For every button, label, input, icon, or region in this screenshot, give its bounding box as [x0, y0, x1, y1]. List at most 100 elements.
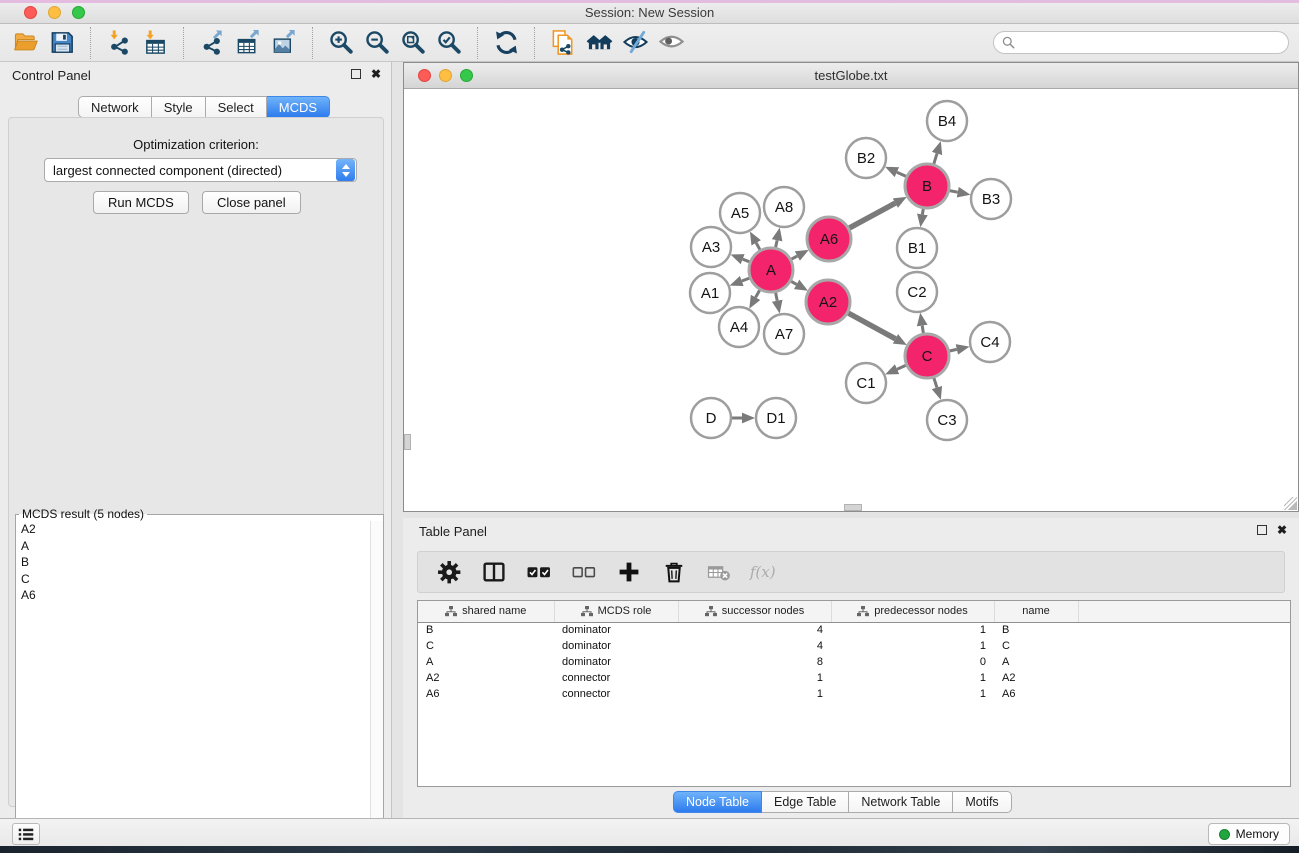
tab-network-table[interactable]: Network Table: [849, 791, 953, 813]
edge-A6-B[interactable]: [849, 203, 895, 228]
table-cell[interactable]: 1: [831, 670, 994, 686]
column-header-name[interactable]: name: [994, 601, 1078, 622]
edge-C-C1[interactable]: [897, 365, 906, 369]
import-network-button[interactable]: [101, 26, 137, 60]
vertical-scroll-thumb[interactable]: [404, 434, 411, 450]
edge-A-A7[interactable]: [776, 293, 778, 301]
import-table-button[interactable]: [137, 26, 173, 60]
edge-A-A6[interactable]: [791, 256, 797, 259]
edge-A-A3[interactable]: [743, 259, 750, 262]
edge-A-A1[interactable]: [742, 278, 750, 281]
edge-A-A8[interactable]: [776, 240, 778, 247]
resize-grip-icon[interactable]: [1284, 497, 1297, 510]
delete-column-button[interactable]: [659, 557, 689, 587]
float-table-panel-button[interactable]: [1257, 525, 1267, 535]
close-table-panel-button[interactable]: ✖: [1277, 524, 1287, 536]
edge-B-B2[interactable]: [897, 172, 906, 176]
table-cell[interactable]: 1: [831, 638, 994, 654]
table-cell[interactable]: A6: [994, 686, 1078, 702]
table-cell[interactable]: A6: [418, 686, 554, 702]
table-cell[interactable]: 0: [831, 654, 994, 670]
hide-graphics-details-button[interactable]: [617, 26, 653, 60]
select-all-button[interactable]: [524, 557, 554, 587]
tab-node-table[interactable]: Node Table: [673, 791, 762, 813]
table-row[interactable]: A6connector11A6: [418, 686, 1290, 702]
table-cell[interactable]: 1: [678, 670, 831, 686]
table-row[interactable]: A2connector11A2: [418, 670, 1290, 686]
table-row[interactable]: Adominator80A: [418, 654, 1290, 670]
table-cell[interactable]: dominator: [554, 654, 678, 670]
deselect-all-button[interactable]: [569, 557, 599, 587]
mcds-result-item[interactable]: A: [16, 538, 383, 555]
edge-C-C2[interactable]: [922, 326, 923, 334]
tab-network[interactable]: Network: [78, 96, 152, 118]
table-cell[interactable]: A2: [418, 670, 554, 686]
column-header-mcds-role[interactable]: MCDS role: [554, 601, 678, 622]
zoom-selected-button[interactable]: [431, 26, 467, 60]
table-cell[interactable]: A2: [994, 670, 1078, 686]
table-cell[interactable]: dominator: [554, 638, 678, 654]
table-cell[interactable]: B: [994, 622, 1078, 638]
export-table-button[interactable]: [230, 26, 266, 60]
float-panel-button[interactable]: [351, 69, 361, 79]
table-cell[interactable]: connector: [554, 686, 678, 702]
horizontal-scroll-thumb[interactable]: [844, 504, 862, 511]
table-cell[interactable]: 1: [678, 686, 831, 702]
search-field[interactable]: [993, 31, 1289, 54]
table-cell[interactable]: A: [418, 654, 554, 670]
birds-eye-view-button[interactable]: [653, 26, 689, 60]
edge-A-A2[interactable]: [791, 281, 797, 284]
tab-select[interactable]: Select: [206, 96, 267, 118]
optimization-criterion-select[interactable]: largest connected component (directed): [44, 158, 357, 182]
refresh-button[interactable]: [488, 26, 524, 60]
edge-A2-C[interactable]: [848, 313, 895, 339]
network-canvas[interactable]: B4B2BB3A5A8A6B1A3AC2A1A2A4A7C4CC1C3DD1: [404, 89, 1298, 511]
table-row[interactable]: Cdominator41C: [418, 638, 1290, 654]
table-cell[interactable]: B: [418, 622, 554, 638]
edge-A-A5[interactable]: [756, 243, 760, 250]
open-file-button[interactable]: [8, 26, 44, 60]
export-image-button[interactable]: [266, 26, 302, 60]
close-panel-action-button[interactable]: Close panel: [202, 191, 301, 214]
mcds-result-item[interactable]: B: [16, 554, 383, 571]
result-list-scrollbar[interactable]: [370, 521, 383, 850]
table-cell[interactable]: 4: [678, 638, 831, 654]
table-cell[interactable]: dominator: [554, 622, 678, 638]
network-from-selection-button[interactable]: [545, 26, 581, 60]
export-network-button[interactable]: [194, 26, 230, 60]
table-cell[interactable]: 1: [831, 686, 994, 702]
edge-A-A4[interactable]: [756, 290, 760, 297]
table-cell[interactable]: C: [994, 638, 1078, 654]
cascade-windows-button[interactable]: [581, 26, 617, 60]
edge-C-C3[interactable]: [934, 378, 937, 388]
run-mcds-button[interactable]: Run MCDS: [93, 191, 189, 214]
tab-edge-table[interactable]: Edge Table: [762, 791, 849, 813]
create-column-button[interactable]: [614, 557, 644, 587]
column-header-successor-nodes[interactable]: successor nodes: [678, 601, 831, 622]
edge-B-B1[interactable]: [922, 209, 923, 215]
table-cell[interactable]: A: [994, 654, 1078, 670]
mcds-result-item[interactable]: C: [16, 571, 383, 588]
zoom-fit-button[interactable]: [395, 26, 431, 60]
column-header-predecessor-nodes[interactable]: predecessor nodes: [831, 601, 994, 622]
save-session-button[interactable]: [44, 26, 80, 60]
memory-button[interactable]: Memory: [1208, 823, 1290, 845]
table-cell[interactable]: 4: [678, 622, 831, 638]
show-column-button[interactable]: [479, 557, 509, 587]
show-panels-list-button[interactable]: [12, 823, 40, 845]
table-settings-button[interactable]: [434, 557, 464, 587]
edge-C-C4[interactable]: [950, 349, 957, 351]
tab-style[interactable]: Style: [152, 96, 206, 118]
table-cell[interactable]: C: [418, 638, 554, 654]
close-panel-button[interactable]: ✖: [371, 68, 381, 80]
edge-B-B3[interactable]: [950, 191, 958, 193]
tab-motifs[interactable]: Motifs: [953, 791, 1011, 813]
zoom-out-button[interactable]: [359, 26, 395, 60]
zoom-in-button[interactable]: [323, 26, 359, 60]
table-cell[interactable]: 8: [678, 654, 831, 670]
search-input[interactable]: [1020, 34, 1288, 52]
edge-B-B4[interactable]: [934, 154, 937, 165]
table-row[interactable]: Bdominator41B: [418, 622, 1290, 638]
table-cell[interactable]: connector: [554, 670, 678, 686]
mcds-result-item[interactable]: A2: [16, 521, 383, 538]
